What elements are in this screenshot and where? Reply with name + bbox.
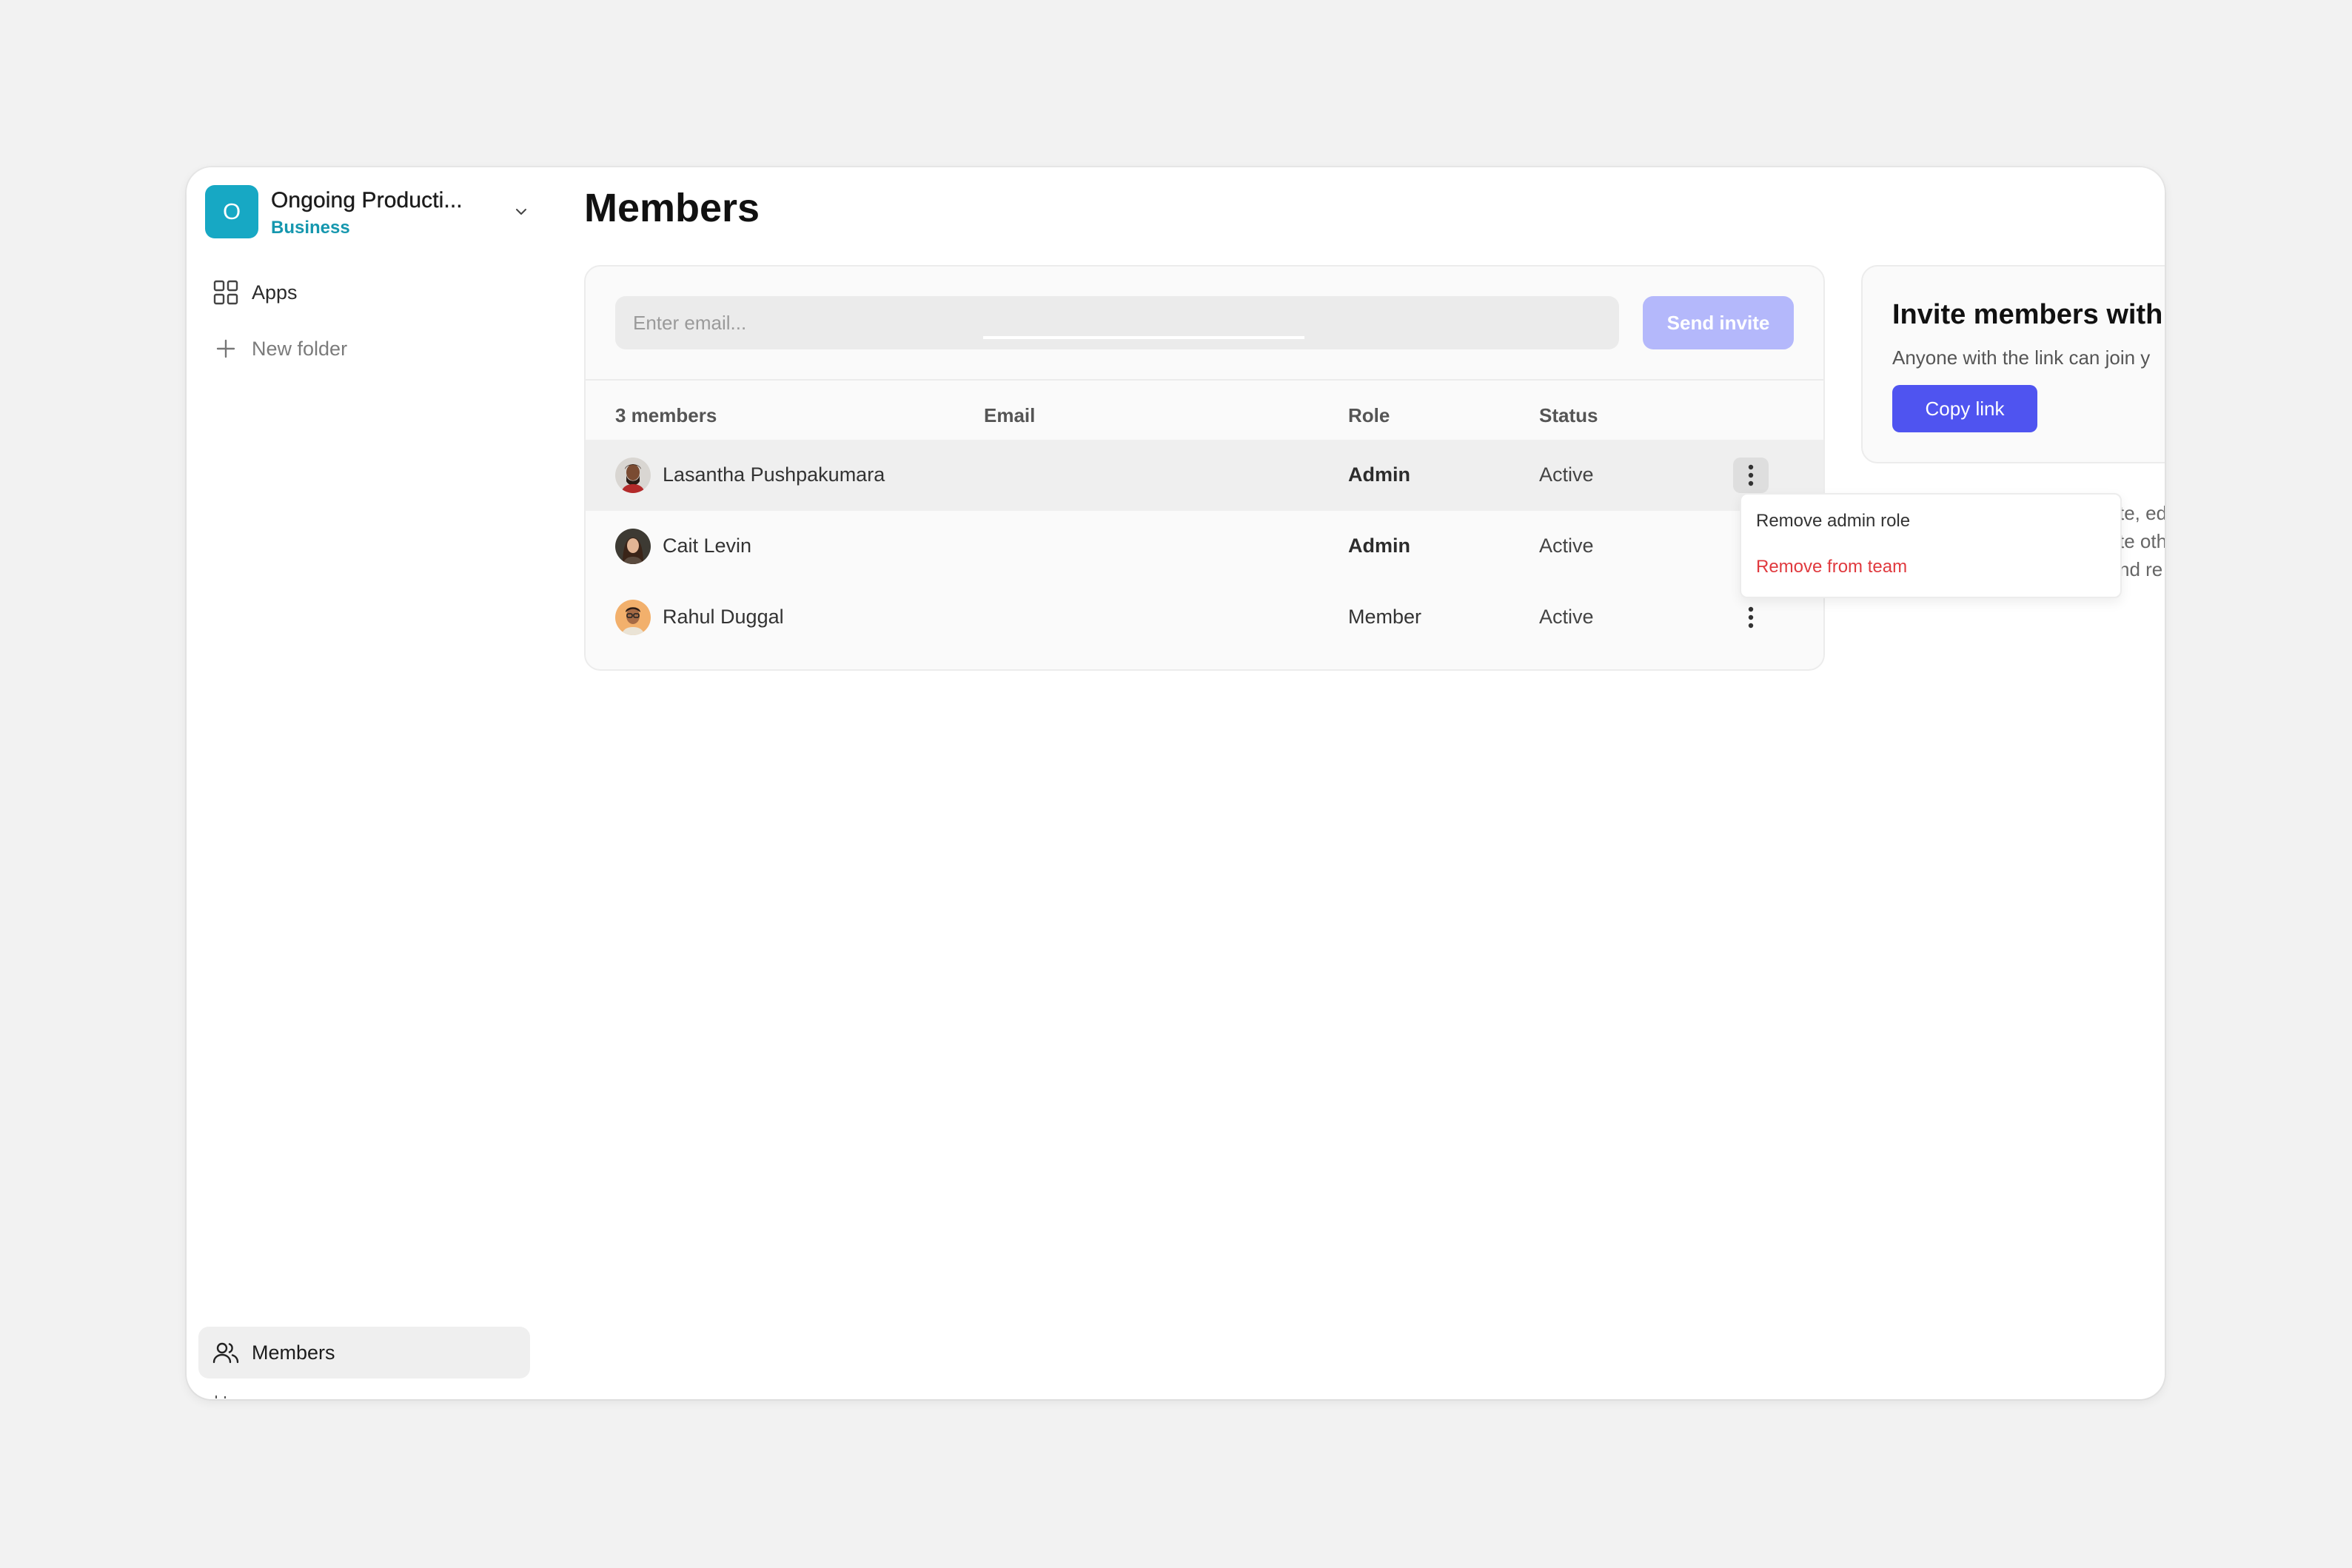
column-header-status: Status [1539,404,1598,426]
sidebar-item-new-folder[interactable]: New folder [198,323,529,375]
member-role: Admin [1348,463,1410,486]
users-icon [212,1339,240,1367]
sidebar-item-label: New folder [252,337,348,360]
row-actions-menu: Remove admin role Remove from team [1740,493,2122,598]
member-name: Cait Levin [663,535,752,557]
table-row[interactable]: Cait Levin Admin Active [586,511,1823,582]
avatar [615,458,651,493]
more-options-button[interactable] [1733,600,1769,635]
partial-icon [215,1396,226,1398]
sidebar-item-members[interactable]: Members [198,1327,530,1378]
info-text-line: te oth [2119,530,2165,552]
member-role: Admin [1348,535,1410,557]
invite-link-card: Invite members with Anyone with the link… [1861,265,2165,463]
kebab-icon [1748,606,1754,629]
column-header-email: Email [984,404,1036,426]
member-name: Rahul Duggal [663,606,784,628]
plus-icon [212,335,240,363]
send-invite-button[interactable]: Send invite [1643,296,1794,349]
kebab-icon [1748,464,1754,486]
email-input[interactable] [615,296,1619,349]
workspace-switcher[interactable]: O Ongoing Producti... Business [205,185,531,241]
avatar [615,600,651,635]
member-name: Lasantha Pushpakumara [663,463,885,486]
copy-link-button[interactable]: Copy link [1892,385,2037,432]
column-header-members: 3 members [615,404,717,426]
sidebar-item-label: Apps [252,281,298,304]
info-text-line: te, ed [2119,502,2165,524]
member-status: Active [1539,606,1594,628]
workspace-name: Ongoing Producti... [271,188,463,212]
invite-link-title: Invite members with [1892,299,2163,330]
page-title: Members [584,186,760,230]
workspace-avatar: O [205,185,258,238]
invite-link-description: Anyone with the link can join y [1892,346,2151,369]
member-role: Member [1348,606,1422,628]
members-card: Send invite 3 members Email Role Status … [584,265,1825,671]
table-row[interactable]: Rahul Duggal Member Active [586,582,1823,653]
app-window: O Ongoing Producti... Business Apps New … [187,167,2165,1399]
menu-item-remove-from-team[interactable]: Remove from team [1756,557,1907,577]
table-row[interactable]: Lasantha Pushpakumara Admin Active [586,440,1823,511]
invite-row: Send invite [586,267,1823,381]
member-status: Active [1539,463,1594,486]
chevron-down-icon[interactable] [512,203,530,221]
sidebar-item-label: Members [252,1341,335,1364]
sidebar-item-apps[interactable]: Apps [198,267,529,318]
row-divider [983,336,1304,339]
more-options-button[interactable] [1733,458,1769,493]
workspace-plan: Business [271,218,350,238]
column-header-role: Role [1348,404,1390,426]
avatar [615,529,651,564]
menu-item-remove-admin-role[interactable]: Remove admin role [1756,511,1910,532]
member-status: Active [1539,535,1594,557]
grid-icon [212,278,240,306]
info-text-line: nd re [2119,558,2163,580]
